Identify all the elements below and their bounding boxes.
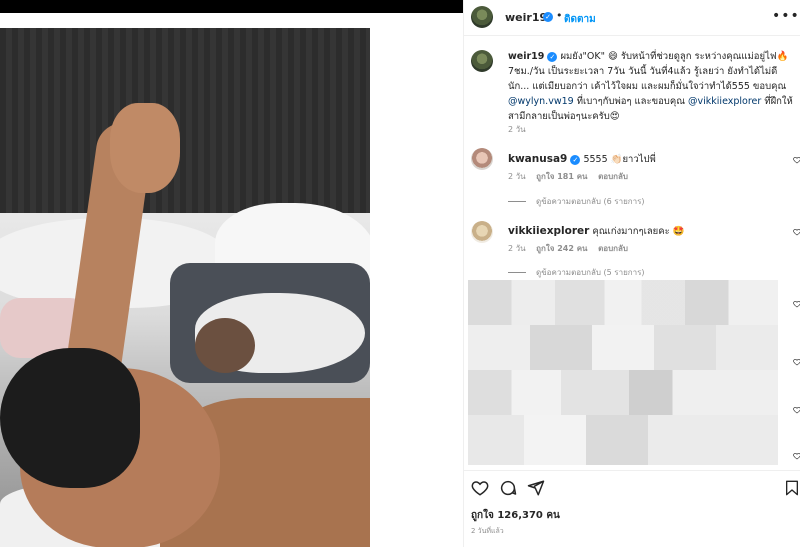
- comment-heart-icon[interactable]: [793, 406, 800, 414]
- comment-avatar[interactable]: [471, 148, 493, 170]
- caption-mention-vikkii[interactable]: @vikkiiexplorer: [688, 96, 761, 107]
- comment-like-count[interactable]: ถูกใจ 181 คน: [536, 172, 587, 181]
- post-header: weir19 ✓ • ติดตาม •••: [464, 0, 800, 36]
- view-replies-button[interactable]: ดูข้อความตอบกลับ (6 รายการ): [508, 195, 645, 208]
- comment-like-count[interactable]: ถูกใจ 242 คน: [536, 244, 587, 253]
- comment-heart-icon[interactable]: [793, 228, 800, 236]
- post-side-panel: weir19 ✓ • ติดตาม ••• weir19 ✓ ผมยัง"OK"…: [463, 0, 800, 547]
- caption-mention-wylyn[interactable]: @wylyn.vw19: [508, 96, 574, 107]
- share-icon[interactable]: [527, 479, 545, 497]
- follow-button[interactable]: ติดตาม: [564, 12, 596, 27]
- view-replies-label: ดูข้อความตอบกลับ (5 รายการ): [536, 268, 645, 277]
- caption-username[interactable]: weir19: [508, 51, 544, 62]
- comment: vikkiiexplorer คุณเก่งมากๆเลยคะ 🤩: [508, 224, 685, 239]
- bookmark-icon[interactable]: [784, 479, 800, 497]
- comment-time: 2 วัน: [508, 244, 526, 253]
- comment-icon[interactable]: [499, 479, 517, 497]
- comment-username[interactable]: vikkiiexplorer: [508, 225, 589, 237]
- caption-time: 2 วัน: [508, 125, 526, 134]
- post-timestamp: 2 วันที่แล้ว: [471, 527, 504, 535]
- post-photo: [0, 28, 370, 547]
- comment-meta: 2 วัน ถูกใจ 242 คน ตอบกลับ: [508, 242, 628, 255]
- more-icon[interactable]: •••: [772, 8, 800, 24]
- caption-avatar[interactable]: [471, 50, 493, 72]
- view-replies-label: ดูข้อความตอบกลับ (6 รายการ): [536, 197, 645, 206]
- view-replies-button[interactable]: ดูข้อความตอบกลับ (5 รายการ): [508, 266, 645, 279]
- post-caption: weir19 ✓ ผมยัง"OK" 😄 รับหน้าที่ช่วยดูลูก…: [508, 49, 793, 124]
- post-media[interactable]: [0, 13, 463, 547]
- verified-icon: ✓: [570, 154, 581, 165]
- heart-icon[interactable]: [471, 479, 489, 497]
- comment-text: คุณเก่งมากๆเลยคะ 🤩: [592, 226, 685, 237]
- author-avatar[interactable]: [471, 6, 493, 28]
- comment-heart-icon[interactable]: [793, 452, 800, 460]
- author-username[interactable]: weir19: [505, 11, 547, 24]
- comment-meta: 2 วัน ถูกใจ 181 คน ตอบกลับ: [508, 170, 628, 183]
- comment: kwanusa9 ✓ 5555 👏🏻ยาวไปพี่: [508, 152, 656, 167]
- verified-icon: ✓: [547, 51, 558, 62]
- comment-heart-icon[interactable]: [793, 358, 800, 366]
- comment-avatar[interactable]: [471, 221, 493, 243]
- comment-text: 5555 👏🏻ยาวไปพี่: [583, 154, 656, 165]
- comment-heart-icon[interactable]: [793, 156, 800, 164]
- comment-reply-button[interactable]: ตอบกลับ: [598, 244, 628, 253]
- post-like-count[interactable]: ถูกใจ 126,370 คน: [471, 508, 560, 523]
- comment-heart-icon[interactable]: [793, 300, 800, 308]
- caption-text-mid: ที่เบาๆกับพ่อๆ และขอบคุณ: [573, 96, 689, 107]
- comment-reply-button[interactable]: ตอบกลับ: [598, 172, 628, 181]
- verified-icon: ✓: [543, 12, 553, 22]
- top-black-bar: [0, 0, 463, 13]
- comment-time: 2 วัน: [508, 172, 526, 181]
- separator-dot: •: [556, 9, 563, 22]
- comment-username[interactable]: kwanusa9: [508, 153, 567, 165]
